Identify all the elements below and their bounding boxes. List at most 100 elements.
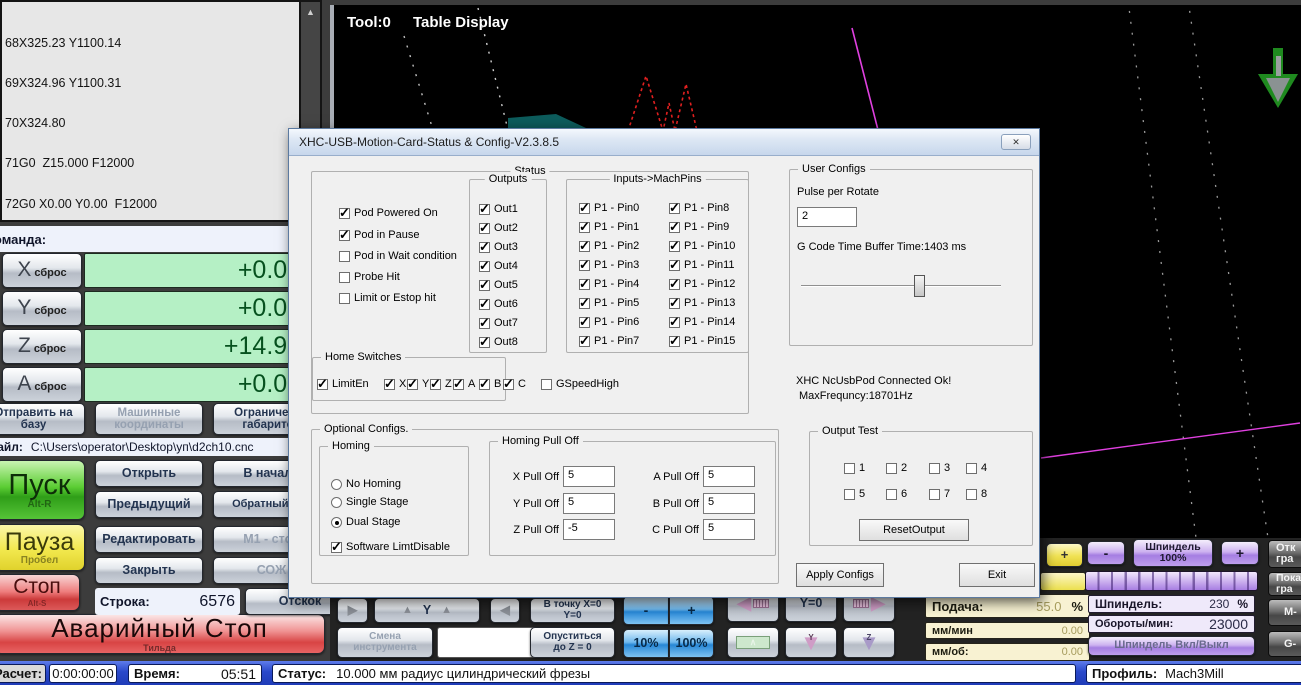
checkbox-test-5[interactable]: 5	[844, 487, 865, 501]
checkbox-test-1[interactable]: 1	[844, 461, 865, 475]
a-zero-button[interactable]: A сброс	[2, 367, 82, 402]
close-icon[interactable]: ✕	[1001, 134, 1031, 150]
checkbox-pin11[interactable]: P1 - Pin11	[669, 257, 735, 273]
cycle-start-button[interactable]: Пуск Alt-R	[0, 460, 85, 520]
checkbox-out2[interactable]: Out2	[479, 220, 518, 236]
jog-10pct-button[interactable]: 10%	[623, 629, 669, 658]
y-zero-button[interactable]: Y сброс	[2, 291, 82, 326]
checkbox-pin7[interactable]: P1 - Pin7	[579, 333, 639, 349]
x-zero-button[interactable]: X сброс	[2, 253, 82, 288]
checkbox-test-4[interactable]: 4	[966, 461, 987, 475]
checkbox-test-6[interactable]: 6	[886, 487, 907, 501]
checkbox-limiten[interactable]: LimitEn	[317, 376, 369, 392]
edit-file-button[interactable]: Редактировать	[95, 526, 203, 553]
goto-xy-zero-button[interactable]: В точку X=0 Y=0	[530, 598, 615, 623]
buffer-slider-track[interactable]	[801, 285, 1001, 287]
checkbox-pin9[interactable]: P1 - Pin9	[669, 219, 729, 235]
checkbox-test-7[interactable]: 7	[929, 487, 950, 501]
open-file-button[interactable]: Открыть	[95, 460, 203, 487]
edge-button-2[interactable]: Пока гра	[1268, 572, 1301, 596]
checkbox-out4[interactable]: Out4	[479, 258, 518, 274]
checkbox-pin14[interactable]: P1 - Pin14	[669, 314, 735, 330]
jog-step-plus-button[interactable]: +	[669, 596, 714, 625]
jog-100pct-button[interactable]: 100%	[669, 629, 714, 658]
checkbox-test-2[interactable]: 2	[886, 461, 907, 475]
checkbox-pin2[interactable]: P1 - Pin2	[579, 238, 639, 254]
z-zero-button[interactable]: Z сброс	[2, 329, 82, 364]
z-pull-off-input[interactable]: -5	[563, 519, 615, 540]
checkbox-out3[interactable]: Out3	[479, 239, 518, 255]
close-file-button[interactable]: Закрыть	[95, 557, 203, 584]
checkbox-pin10[interactable]: P1 - Pin10	[669, 238, 735, 254]
machine-coords-button[interactable]: Машинные координаты	[95, 403, 203, 435]
pulse-per-rotate-input[interactable]: 2	[797, 207, 857, 227]
chevron-up-button[interactable]: ∧	[727, 627, 779, 658]
x-pull-off-input[interactable]: 5	[563, 466, 615, 487]
checkbox-software-limit-disable[interactable]: Software LimtDisable	[331, 539, 450, 555]
goto-home-button[interactable]: Отправить на базу	[0, 403, 85, 435]
z-down-arrow-button[interactable]: ▼ Z	[843, 627, 895, 658]
checkbox-home-y[interactable]: Y	[407, 376, 429, 392]
radio-dual-stage[interactable]: Dual Stage	[331, 515, 400, 529]
line-number-box[interactable]: Строка: 6576	[95, 588, 240, 615]
stop-button[interactable]: Стоп Alt-S	[0, 574, 80, 611]
checkbox-pin4[interactable]: P1 - Pin4	[579, 276, 639, 292]
checkbox-pin1[interactable]: P1 - Pin1	[579, 219, 639, 235]
edge-button-3[interactable]: М-	[1268, 599, 1301, 626]
jog-step-minus-button[interactable]: -	[623, 596, 669, 625]
checkbox-pin8[interactable]: P1 - Pin8	[669, 200, 729, 216]
checkbox-pod-in-pause[interactable]: Pod in Pause	[339, 227, 419, 243]
reset-output-button[interactable]: ResetOutput	[859, 519, 969, 541]
apply-configs-button[interactable]: Apply Configs	[796, 563, 884, 587]
jog-x-minus-button[interactable]: ◀	[490, 598, 520, 623]
a-pull-off-input[interactable]: 5	[703, 466, 755, 487]
checkbox-out5[interactable]: Out5	[479, 277, 518, 293]
feed-plus-button[interactable]: +	[1046, 543, 1083, 567]
goto-z-zero-button[interactable]: Опуститься до Z = 0	[530, 627, 615, 658]
checkbox-test-8[interactable]: 8	[966, 487, 987, 501]
exit-button[interactable]: Exit	[959, 563, 1035, 587]
prev-line-button[interactable]: Предыдущий	[95, 491, 203, 518]
checkbox-home-z[interactable]: Z	[430, 376, 452, 392]
checkbox-home-a[interactable]: A	[453, 376, 475, 392]
checkbox-test-3[interactable]: 3	[929, 461, 950, 475]
edge-button-4[interactable]: G-	[1268, 631, 1301, 657]
emergency-stop-button[interactable]: Аварийный Стоп Тильда	[0, 614, 325, 654]
edge-button-1[interactable]: Отк гра	[1268, 540, 1301, 568]
checkbox-out1[interactable]: Out1	[479, 201, 518, 217]
checkbox-pin0[interactable]: P1 - Pin0	[579, 200, 639, 216]
command-row[interactable]: Команда:	[0, 226, 290, 252]
radio-single-stage[interactable]: Single Stage	[331, 495, 408, 509]
checkbox-pod-in-wait[interactable]: Pod in Wait condition	[339, 249, 457, 263]
tool-change-button[interactable]: Смена инструмента	[337, 627, 433, 658]
c-pull-off-input[interactable]: 5	[703, 519, 755, 540]
spindle-plus-button[interactable]: +	[1221, 541, 1259, 565]
jog-y-button[interactable]: ▲ Y ▲	[374, 598, 480, 623]
checkbox-home-x[interactable]: X	[384, 376, 406, 392]
scroll-up-icon[interactable]: ▲	[306, 7, 315, 17]
checkbox-home-c[interactable]: C	[503, 376, 526, 392]
y-pull-off-input[interactable]: 5	[563, 493, 615, 514]
checkbox-home-b[interactable]: B	[479, 376, 501, 392]
y-down-arrow-button[interactable]: ▼ Y	[785, 627, 837, 658]
buffer-slider-thumb[interactable]	[914, 275, 925, 297]
spindle-rpm-box[interactable]: Обороты/мин: 23000	[1088, 615, 1255, 633]
checkbox-limit-estop[interactable]: Limit or Estop hit	[339, 291, 436, 305]
checkbox-pin12[interactable]: P1 - Pin12	[669, 276, 735, 292]
checkbox-pin15[interactable]: P1 - Pin15	[669, 333, 735, 349]
spindle-100pct-button[interactable]: Шпиндель 100%	[1133, 539, 1213, 567]
checkbox-probe-hit[interactable]: Probe Hit	[339, 270, 400, 284]
checkbox-pin3[interactable]: P1 - Pin3	[579, 257, 639, 273]
b-pull-off-input[interactable]: 5	[703, 493, 755, 514]
checkbox-pin13[interactable]: P1 - Pin13	[669, 295, 735, 311]
checkbox-pin6[interactable]: P1 - Pin6	[579, 314, 639, 330]
spindle-toggle-button[interactable]: Шпиндель Вкл/Выкл	[1088, 636, 1255, 656]
pause-button[interactable]: Пауза Пробел	[0, 524, 85, 571]
gcode-list[interactable]: 68X325.23 Y1100.14 69X324.96 Y1100.31 70…	[2, 2, 299, 220]
checkbox-gspeedhigh[interactable]: GSpeedHigh	[541, 377, 619, 391]
spindle-minus-button[interactable]: -	[1087, 541, 1125, 565]
checkbox-out8[interactable]: Out8	[479, 334, 518, 350]
checkbox-pod-powered-on[interactable]: Pod Powered On	[339, 205, 438, 221]
dialog-titlebar[interactable]: XHC-USB-Motion-Card-Status & Config-V2.3…	[289, 129, 1039, 156]
checkbox-out7[interactable]: Out7	[479, 315, 518, 331]
